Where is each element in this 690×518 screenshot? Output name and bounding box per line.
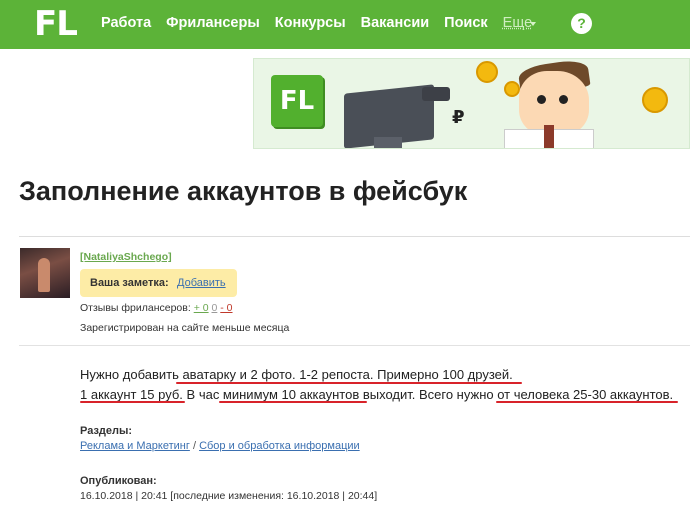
avatar-figure (38, 258, 50, 292)
registration-status: Зарегистрирован на сайте меньше месяца (80, 322, 290, 334)
reviews-positive-link[interactable]: + 0 (194, 302, 209, 314)
red-underline-annotation (176, 382, 522, 384)
categories: Реклама и Маркетинг / Сбор и обработка и… (80, 440, 360, 452)
sections-label: Разделы: (80, 425, 133, 437)
category-separator: / (192, 440, 196, 452)
nav-item-vacancies[interactable]: Вакансии (361, 15, 430, 31)
help-icon[interactable]: ? (571, 13, 592, 34)
nav-item-more[interactable]: Еще (503, 15, 533, 31)
nav-item-work[interactable]: Работа (101, 15, 151, 31)
reviews-label: Отзывы фрилансеров: (80, 302, 191, 314)
hand-illustration (422, 87, 450, 101)
reviews-negative-link[interactable]: - 0 (220, 302, 232, 314)
description-line-2: 1 аккаунт 15 руб. В час минимум 10 аккау… (80, 387, 674, 402)
note-box: Ваша заметка: Добавить (80, 269, 237, 297)
published-date: 16.10.2018 | 20:41 [последние изменения:… (80, 490, 378, 502)
description-line-1: Нужно добавить аватарку и 2 фото. 1-2 ре… (80, 367, 513, 382)
nav-item-freelancers[interactable]: Фрилансеры (166, 15, 260, 31)
character-head (519, 71, 589, 136)
ruble-sign: ₽ (452, 107, 465, 127)
reviews-neutral-link[interactable]: 0 (212, 302, 218, 314)
coin-icon (642, 87, 668, 113)
subcategory-link[interactable]: Сбор и обработка информации (199, 440, 360, 452)
top-navbar: FL Работа Фрилансеры Конкурсы Вакансии П… (0, 0, 690, 49)
site-logo[interactable]: FL (34, 6, 78, 42)
coin-icon (476, 61, 498, 83)
monitor-stand-illustration (374, 137, 402, 148)
note-label: Ваша заметка: (90, 277, 169, 289)
divider (19, 236, 690, 237)
character-tie (544, 125, 554, 148)
category-link[interactable]: Реклама и Маркетинг (80, 440, 190, 452)
red-underline-annotation (80, 401, 185, 403)
red-underline-annotation (496, 401, 678, 403)
chevron-down-icon[interactable] (530, 22, 536, 26)
coin-icon (504, 81, 520, 97)
divider (19, 345, 690, 346)
nav-item-search[interactable]: Поиск (444, 15, 488, 31)
add-note-link[interactable]: Добавить (177, 277, 226, 289)
published-label: Опубликован: (80, 475, 157, 487)
freelancer-reviews: Отзывы фрилансеров: + 0 0 - 0 (80, 302, 233, 314)
nav-item-contests[interactable]: Конкурсы (275, 15, 346, 31)
banner-logo: FL (271, 75, 323, 127)
page-title: Заполнение аккаунтов в фейсбук (19, 176, 468, 206)
avatar[interactable] (20, 248, 70, 298)
character-eye (559, 95, 568, 104)
red-underline-annotation (219, 401, 367, 403)
main-nav: Работа Фрилансеры Конкурсы Вакансии Поис… (101, 15, 538, 31)
character-eye (537, 95, 546, 104)
promo-banner[interactable]: FL ₽ (253, 58, 690, 149)
author-username-link[interactable]: [NataliyaShchego] (80, 251, 172, 263)
